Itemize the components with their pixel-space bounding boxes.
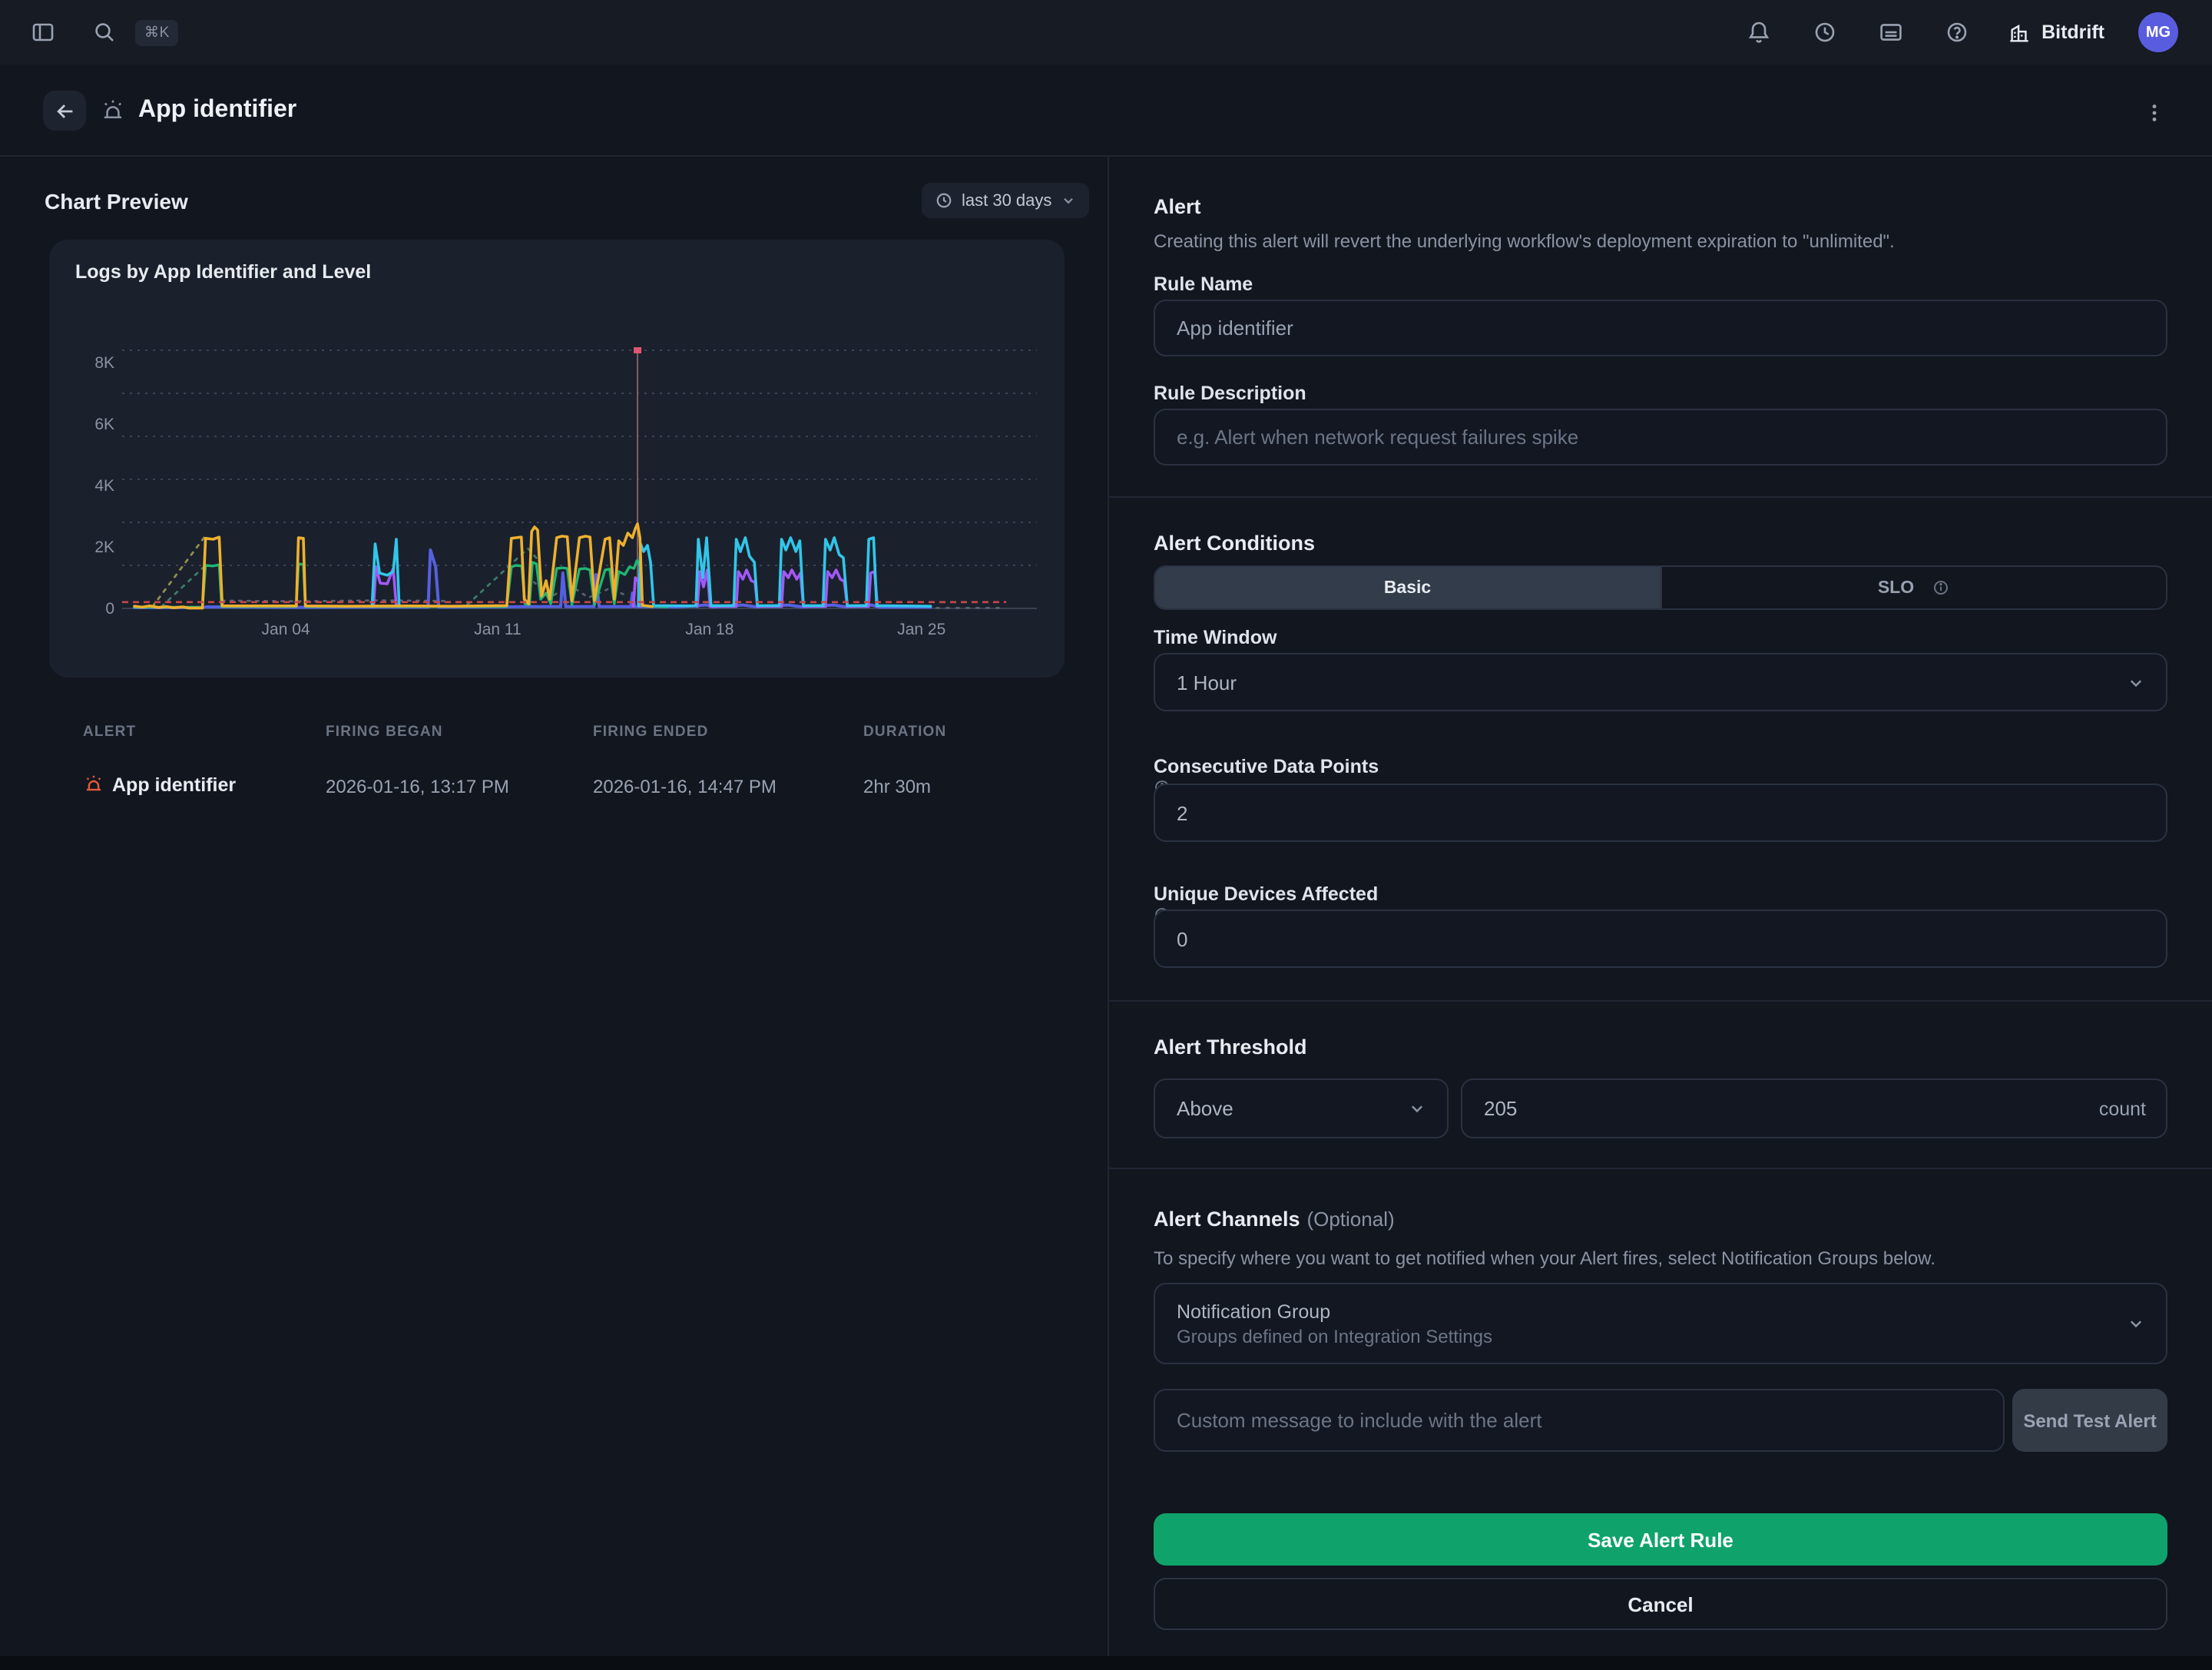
unique-devices-text: Unique Devices Affected xyxy=(1154,883,1378,905)
logs-chart-card: Logs by App Identifier and Level 02K4K6K… xyxy=(49,240,1065,678)
svg-text:Jan 11: Jan 11 xyxy=(474,621,522,638)
tab-basic-label: Basic xyxy=(1384,578,1431,597)
clock-icon xyxy=(935,192,952,209)
rule-description-input[interactable] xyxy=(1154,409,2167,466)
svg-text:8K: 8K xyxy=(94,354,114,372)
chevron-down-icon xyxy=(2128,674,2144,691)
panel-left-icon xyxy=(31,20,55,45)
time-window-select[interactable]: 1 Hour xyxy=(1154,653,2167,711)
notification-group-texts: Notification Group Groups defined on Int… xyxy=(1177,1301,2128,1347)
chevron-down-icon xyxy=(1061,194,1075,207)
back-button[interactable] xyxy=(43,91,86,131)
cancel-button[interactable]: Cancel xyxy=(1154,1578,2167,1630)
row-duration: 2hr 30m xyxy=(863,776,931,797)
notification-group-sublabel: Groups defined on Integration Settings xyxy=(1177,1325,2128,1347)
alert-conditions-heading: Alert Conditions xyxy=(1154,532,1315,555)
column-header-duration: DURATION xyxy=(863,724,946,741)
search-button[interactable] xyxy=(83,11,126,54)
bell-icon xyxy=(1747,20,1771,45)
divider xyxy=(1109,496,2212,498)
notifications-button[interactable] xyxy=(1737,11,1780,54)
tab-slo-label: SLO xyxy=(1878,578,1914,597)
app-window: ⌘K Bitdrift MG App identifier xyxy=(0,0,2212,1670)
notification-group-select[interactable]: Notification Group Groups defined on Int… xyxy=(1154,1283,2167,1364)
rule-name-label: Rule Name xyxy=(1154,273,1253,295)
user-menu-button[interactable]: MG xyxy=(2129,11,2187,54)
search-icon xyxy=(92,20,117,45)
org-name: Bitdrift xyxy=(2041,22,2104,43)
alert-form-panel: Alert Creating this alert will revert th… xyxy=(1108,155,2212,1656)
svg-text:4K: 4K xyxy=(94,477,114,495)
chart-preview-heading: Chart Preview xyxy=(45,189,188,214)
help-icon xyxy=(1945,20,1969,45)
alert-channels-optional: (Optional) xyxy=(1306,1208,1394,1231)
column-header-ended: FIRING ENDED xyxy=(593,724,709,741)
rule-name-input[interactable] xyxy=(1154,300,2167,356)
time-window-value: 1 Hour xyxy=(1177,671,2128,694)
changelog-button[interactable] xyxy=(1869,11,1912,54)
alert-siren-icon xyxy=(100,97,126,123)
threshold-value-input[interactable] xyxy=(1461,1079,2167,1138)
page-title: App identifier xyxy=(138,97,296,124)
avatar: MG xyxy=(2138,12,2178,52)
svg-text:Jan 04: Jan 04 xyxy=(262,621,310,638)
kebab-icon xyxy=(2142,101,2165,124)
notification-group-label: Notification Group xyxy=(1177,1301,2128,1322)
top-bar: ⌘K Bitdrift MG xyxy=(0,0,2212,65)
row-alert-name: App identifier xyxy=(112,774,236,796)
consecutive-data-points-text: Consecutive Data Points xyxy=(1154,756,1379,777)
tab-basic[interactable]: Basic xyxy=(1155,567,1660,608)
alert-channels-description: To specify where you want to get notifie… xyxy=(1154,1248,2167,1269)
svg-text:Jan 18: Jan 18 xyxy=(685,621,733,638)
svg-text:6K: 6K xyxy=(94,416,114,433)
row-firing-ended: 2026-01-16, 14:47 PM xyxy=(593,776,777,797)
help-button[interactable] xyxy=(1936,11,1979,54)
svg-text:2K: 2K xyxy=(94,538,114,556)
search-shortcut-badge: ⌘K xyxy=(135,19,179,45)
alert-siren-icon-red xyxy=(83,773,104,794)
chevron-down-icon xyxy=(2128,1315,2144,1332)
bottom-edge-strip xyxy=(0,1656,2212,1670)
svg-text:0: 0 xyxy=(105,600,114,618)
history-button[interactable] xyxy=(1803,11,1846,54)
alert-channels-text: Alert Channels xyxy=(1154,1208,1300,1231)
time-range-label: last 30 days xyxy=(962,191,1051,210)
more-menu-button[interactable] xyxy=(2132,91,2175,134)
clock-icon xyxy=(1813,20,1837,45)
rule-description-label: Rule Description xyxy=(1154,383,1306,404)
time-range-select[interactable]: last 30 days xyxy=(922,183,1088,218)
tab-slo[interactable]: SLO xyxy=(1660,567,2166,608)
consecutive-data-points-input[interactable] xyxy=(1154,784,2167,842)
alert-threshold-heading: Alert Threshold xyxy=(1154,1035,1307,1059)
table-row[interactable]: App identifier 2026-01-16, 13:17 PM 2026… xyxy=(83,771,1066,802)
threshold-unit: count xyxy=(2099,1079,2146,1138)
row-firing-began: 2026-01-16, 13:17 PM xyxy=(326,776,509,797)
time-window-label: Time Window xyxy=(1154,627,1277,648)
sidebar-toggle-button[interactable] xyxy=(22,11,65,54)
save-alert-rule-button[interactable]: Save Alert Rule xyxy=(1154,1513,2167,1566)
column-header-began: FIRING BEGAN xyxy=(326,724,443,741)
arrow-left-icon xyxy=(53,99,76,122)
threshold-comparator-select[interactable]: Above xyxy=(1154,1079,1449,1138)
page-header: App identifier xyxy=(0,65,2212,157)
logs-by-app-identifier-chart[interactable]: 0 2K 4K 6K 8K Jan 04 Jan 11 Jan 18 Jan 25 xyxy=(49,240,1065,678)
info-icon xyxy=(1932,579,1949,596)
chart-preview-panel: Chart Preview last 30 days Logs by App I… xyxy=(0,155,1108,1656)
divider xyxy=(1109,1000,2212,1002)
org-switcher[interactable]: Bitdrift xyxy=(2002,11,2111,54)
alert-channels-heading: Alert Channels (Optional) xyxy=(1154,1206,1395,1234)
column-header-alert: ALERT xyxy=(83,724,136,741)
building-icon xyxy=(2008,21,2031,44)
changelog-icon xyxy=(1879,20,1903,45)
divider xyxy=(1109,1168,2212,1169)
unique-devices-input[interactable] xyxy=(1154,910,2167,968)
alert-section-description: Creating this alert will revert the unde… xyxy=(1154,230,2167,252)
conditions-tabs: Basic SLO xyxy=(1154,565,2167,610)
custom-message-input[interactable] xyxy=(1154,1389,2005,1452)
svg-text:Jan 25: Jan 25 xyxy=(897,621,945,638)
send-test-alert-button[interactable]: Send Test Alert xyxy=(2012,1389,2167,1452)
chevron-down-icon xyxy=(1409,1100,1426,1117)
threshold-comparator-value: Above xyxy=(1177,1097,1409,1120)
alert-section-heading: Alert xyxy=(1154,195,1201,218)
